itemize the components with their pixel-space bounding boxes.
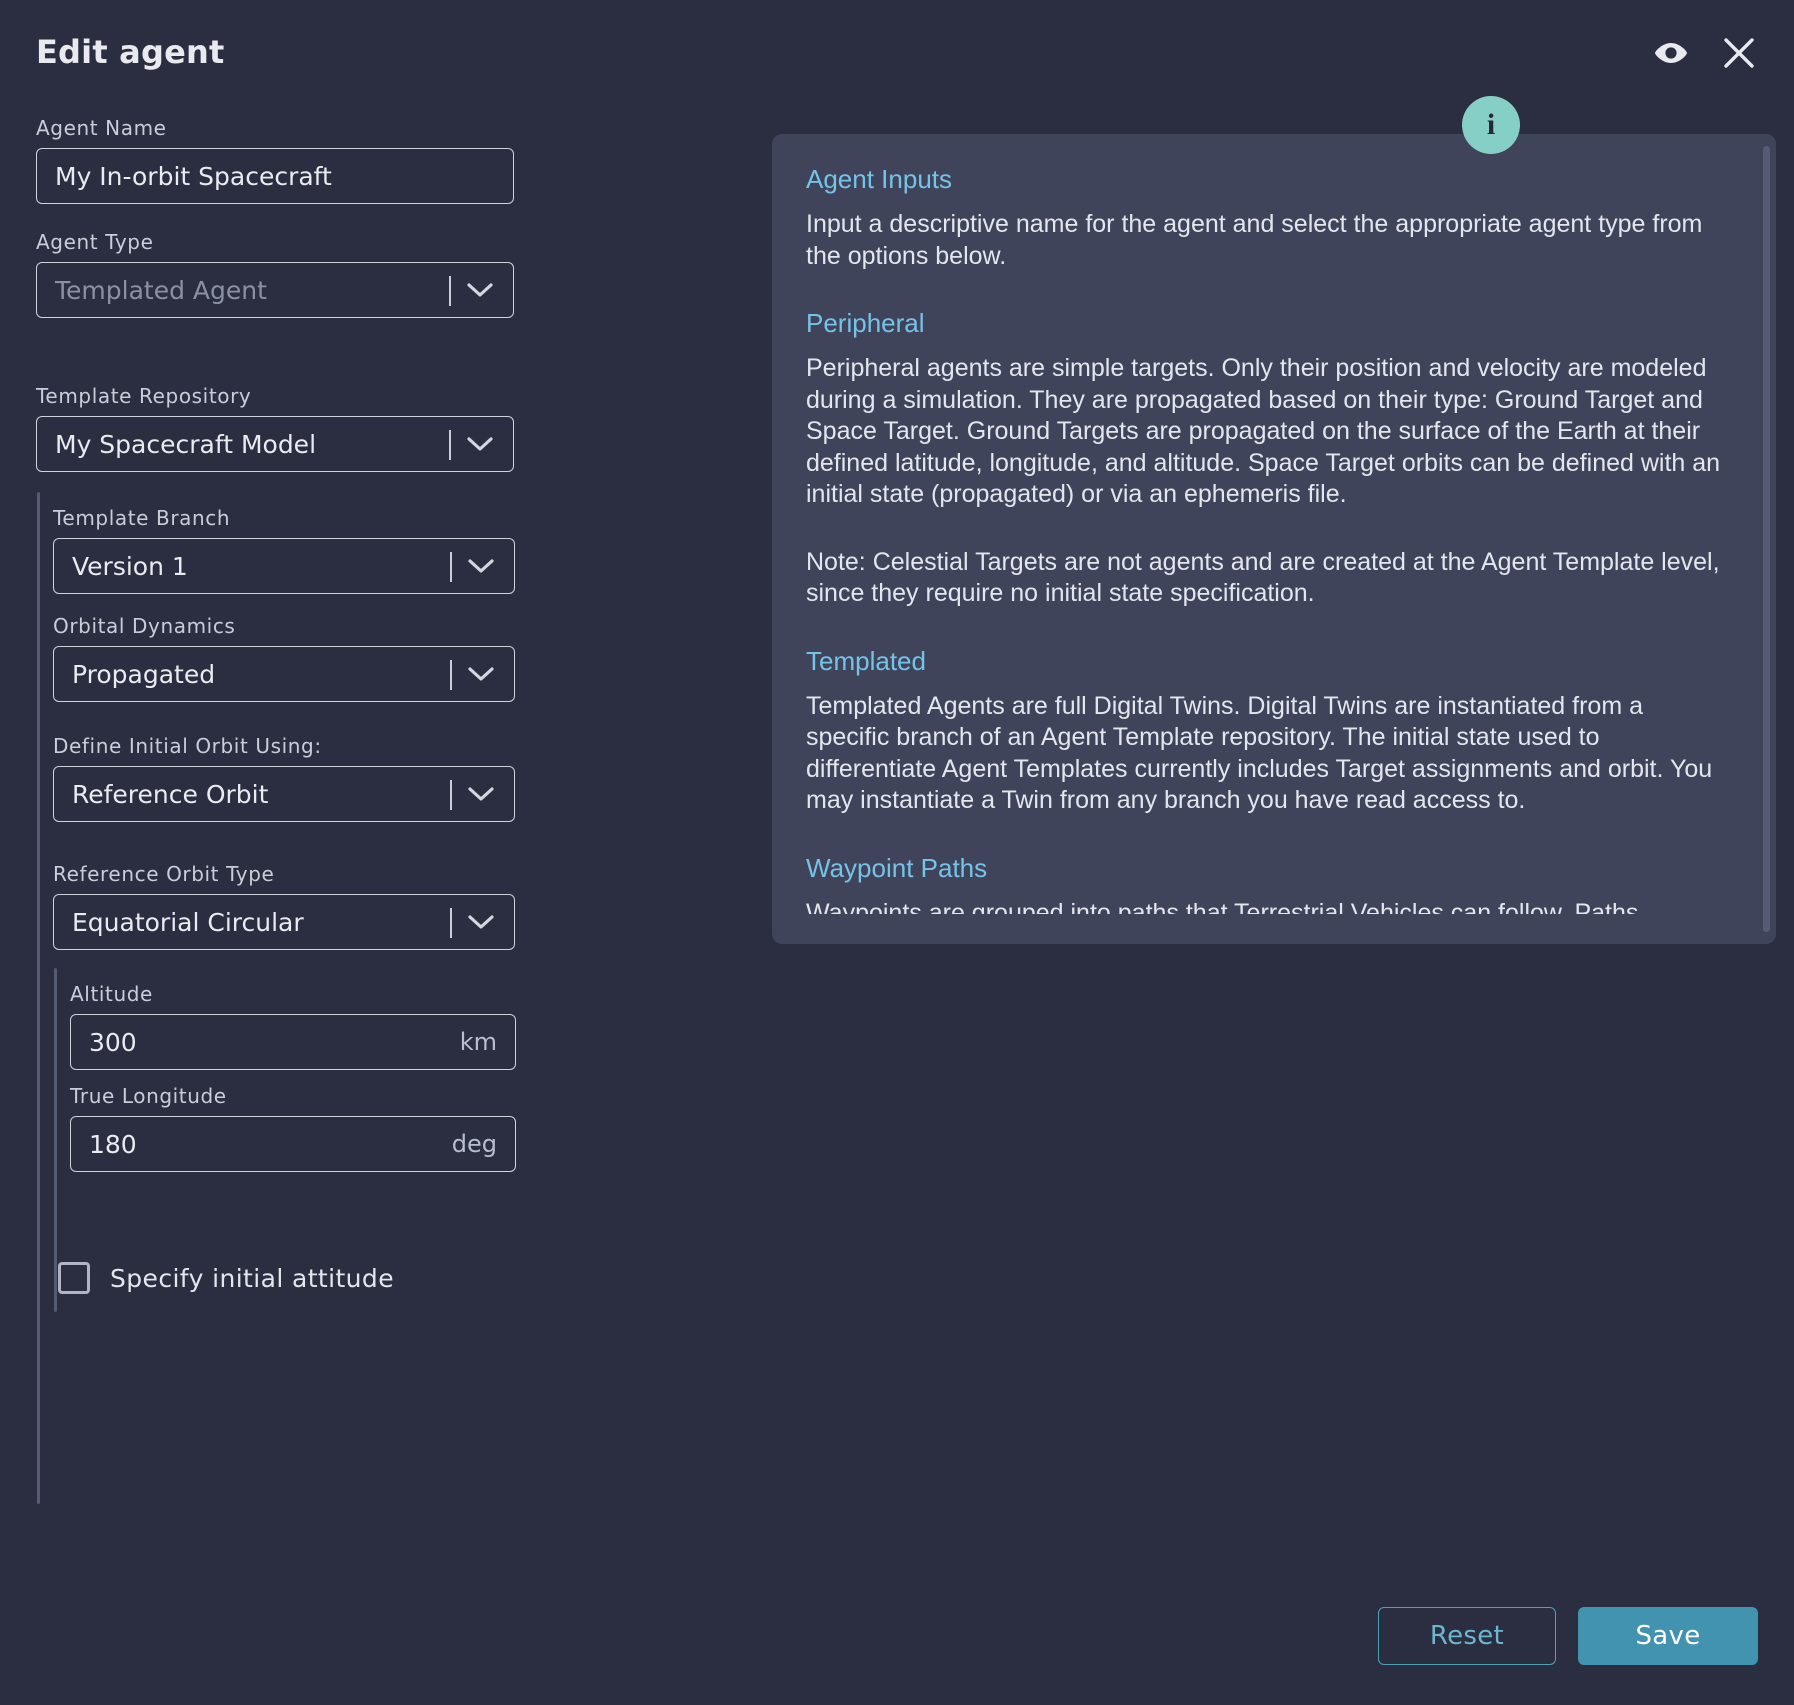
info-body: Note: Celestial Targets are not agents a… — [806, 547, 1720, 608]
chevron-down-icon — [465, 435, 495, 453]
select-divider — [449, 430, 451, 460]
info-heading: Waypoint Paths — [806, 852, 988, 883]
orbital-dynamics-label: Orbital Dynamics — [53, 614, 236, 638]
info-panel-content: Agent Inputs Input a descriptive name fo… — [806, 164, 1742, 914]
true-longitude-label: True Longitude — [70, 1084, 227, 1108]
template-branch-label: Template Branch — [53, 506, 231, 530]
template-branch-value: Version 1 — [72, 551, 188, 581]
info-body: Waypoints are grouped into paths that Te… — [806, 898, 1639, 915]
info-section: Waypoint Paths Waypoints are grouped int… — [806, 853, 1724, 915]
reference-orbit-type-select[interactable]: Equatorial Circular — [53, 894, 515, 950]
indent-rail-inner — [54, 968, 57, 1312]
field-true-longitude: True Longitude 180 deg — [70, 1084, 516, 1172]
template-repository-select[interactable]: My Spacecraft Model — [36, 416, 514, 472]
true-longitude-input[interactable]: 180 deg — [70, 1116, 516, 1172]
info-panel-scrollbar[interactable] — [1763, 146, 1770, 932]
altitude-unit: km — [459, 1028, 497, 1056]
agent-name-input[interactable]: My In-orbit Spacecraft — [36, 148, 514, 204]
info-icon-glyph: i — [1486, 108, 1496, 141]
info-heading: Peripheral — [806, 308, 925, 338]
page-title: Edit agent — [36, 33, 225, 71]
template-branch-select[interactable]: Version 1 — [53, 538, 515, 594]
info-icon[interactable]: i — [1462, 96, 1520, 154]
checkbox-box — [58, 1262, 90, 1294]
info-section: Templated Templated Agents are full Digi… — [806, 646, 1724, 817]
info-heading: Templated — [806, 645, 926, 676]
info-heading: Agent Inputs — [806, 164, 952, 194]
chevron-down-icon — [466, 557, 496, 575]
info-section: Agent Inputs Input a descriptive name fo… — [806, 164, 1724, 272]
define-initial-orbit-label: Define Initial Orbit Using: — [53, 734, 322, 758]
template-repository-value: My Spacecraft Model — [55, 429, 317, 459]
select-divider — [450, 908, 452, 938]
define-initial-orbit-select[interactable]: Reference Orbit — [53, 766, 515, 822]
field-agent-type: Agent Type Templated Agent — [36, 230, 514, 318]
scrollbar-thumb[interactable] — [1763, 146, 1770, 932]
save-button[interactable]: Save — [1578, 1607, 1758, 1665]
info-section: Note: Celestial Targets are not agents a… — [806, 547, 1724, 610]
info-section: Peripheral Peripheral agents are simple … — [806, 308, 1724, 511]
select-divider — [450, 780, 452, 810]
field-template-branch: Template Branch Version 1 — [53, 506, 515, 594]
define-initial-orbit-value: Reference Orbit — [72, 779, 269, 809]
orbital-dynamics-value: Propagated — [72, 659, 216, 689]
select-divider — [449, 276, 451, 306]
reset-button[interactable]: Reset — [1378, 1607, 1556, 1665]
field-orbital-dynamics: Orbital Dynamics Propagated — [53, 614, 515, 702]
edit-agent-dialog: Edit agent i Agent Name My In-orbit Spac — [0, 0, 1794, 1705]
eye-icon[interactable] — [1652, 34, 1690, 72]
agent-name-value: My In-orbit Spacecraft — [55, 161, 332, 191]
true-longitude-value: 180 — [89, 1129, 137, 1159]
close-icon[interactable] — [1720, 34, 1758, 72]
header-actions — [1652, 34, 1758, 72]
agent-name-label: Agent Name — [36, 116, 167, 140]
dialog-footer: Reset Save — [1378, 1607, 1758, 1665]
agent-type-select[interactable]: Templated Agent — [36, 262, 514, 318]
agent-type-label: Agent Type — [36, 230, 154, 254]
reference-orbit-type-label: Reference Orbit Type — [53, 862, 275, 886]
template-repository-label: Template Repository — [36, 384, 252, 408]
field-altitude: Altitude 300 km — [70, 982, 516, 1070]
chevron-down-icon — [466, 785, 496, 803]
info-body: Templated Agents are full Digital Twins.… — [806, 691, 1713, 815]
info-body: Peripheral agents are simple targets. On… — [806, 354, 1721, 508]
field-template-repository: Template Repository My Spacecraft Model — [36, 384, 514, 472]
altitude-input[interactable]: 300 km — [70, 1014, 516, 1070]
altitude-value: 300 — [89, 1027, 137, 1057]
true-longitude-unit: deg — [451, 1130, 497, 1158]
reference-orbit-type-value: Equatorial Circular — [72, 907, 304, 937]
field-agent-name: Agent Name My In-orbit Spacecraft — [36, 116, 514, 204]
chevron-down-icon — [466, 913, 496, 931]
agent-type-value: Templated Agent — [55, 275, 267, 305]
select-divider — [450, 552, 452, 582]
specify-initial-attitude-checkbox[interactable]: Specify initial attitude — [58, 1262, 394, 1294]
altitude-label: Altitude — [70, 982, 153, 1006]
chevron-down-icon — [466, 665, 496, 683]
chevron-down-icon — [465, 281, 495, 299]
info-panel: Agent Inputs Input a descriptive name fo… — [772, 134, 1776, 944]
indent-rail-outer — [37, 492, 40, 1504]
specify-initial-attitude-label: Specify initial attitude — [110, 1263, 394, 1293]
field-define-initial-orbit: Define Initial Orbit Using: Reference Or… — [53, 734, 515, 822]
select-divider — [450, 660, 452, 690]
info-body: Input a descriptive name for the agent a… — [806, 210, 1703, 270]
field-reference-orbit-type: Reference Orbit Type Equatorial Circular — [53, 862, 515, 950]
orbital-dynamics-select[interactable]: Propagated — [53, 646, 515, 702]
